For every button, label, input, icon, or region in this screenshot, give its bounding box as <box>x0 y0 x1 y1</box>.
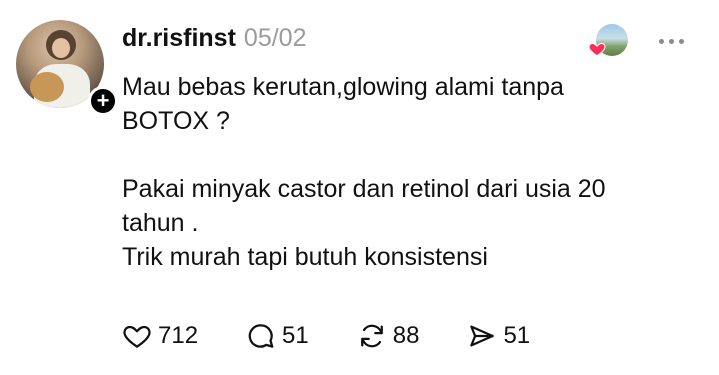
author-avatar-container[interactable]: + <box>16 20 118 116</box>
like-button[interactable]: 712 <box>122 321 198 351</box>
thread-post: + dr.risfinst 05/02 Mau bebas kerutan,gl… <box>0 0 719 375</box>
post-text-paragraph-1: Mau bebas kerutan,glowing alami tanpa BO… <box>122 70 682 138</box>
post-text-line: Mau bebas kerutan,glowing alami tanpa <box>122 73 564 101</box>
post-text-line: tahun . <box>122 209 199 237</box>
repost-button[interactable]: 88 <box>357 321 420 351</box>
speech-bubble-icon <box>248 324 274 348</box>
share-count: 51 <box>503 322 531 349</box>
send-arrow-icon <box>470 325 495 347</box>
post-text-line: Pakai minyak castor dan retinol dari usi… <box>122 175 606 203</box>
comment-count: 51 <box>282 322 309 349</box>
follow-plus-button[interactable]: + <box>88 86 118 116</box>
post-text-line: Trik murah tapi butuh konsistensi <box>122 243 488 271</box>
repost-arrows-icon <box>360 324 383 348</box>
red-heart-icon <box>588 42 606 57</box>
comment-button[interactable]: 51 <box>246 321 309 351</box>
more-dots-icon[interactable] <box>654 34 688 48</box>
like-count: 712 <box>158 322 199 349</box>
repost-count: 88 <box>392 322 420 349</box>
post-text-line: BOTOX ? <box>122 107 230 135</box>
post-text-paragraph-2: Pakai minyak castor dan retinol dari usi… <box>122 172 682 274</box>
heart-outline-icon <box>123 325 151 348</box>
post-actions-bar: 712 51 88 51 <box>122 318 578 354</box>
username[interactable]: dr.risfinst <box>122 24 236 53</box>
share-button[interactable]: 51 <box>467 321 530 351</box>
post-timestamp: 05/02 <box>243 24 307 52</box>
post-header: dr.risfinst 05/02 <box>122 24 306 56</box>
